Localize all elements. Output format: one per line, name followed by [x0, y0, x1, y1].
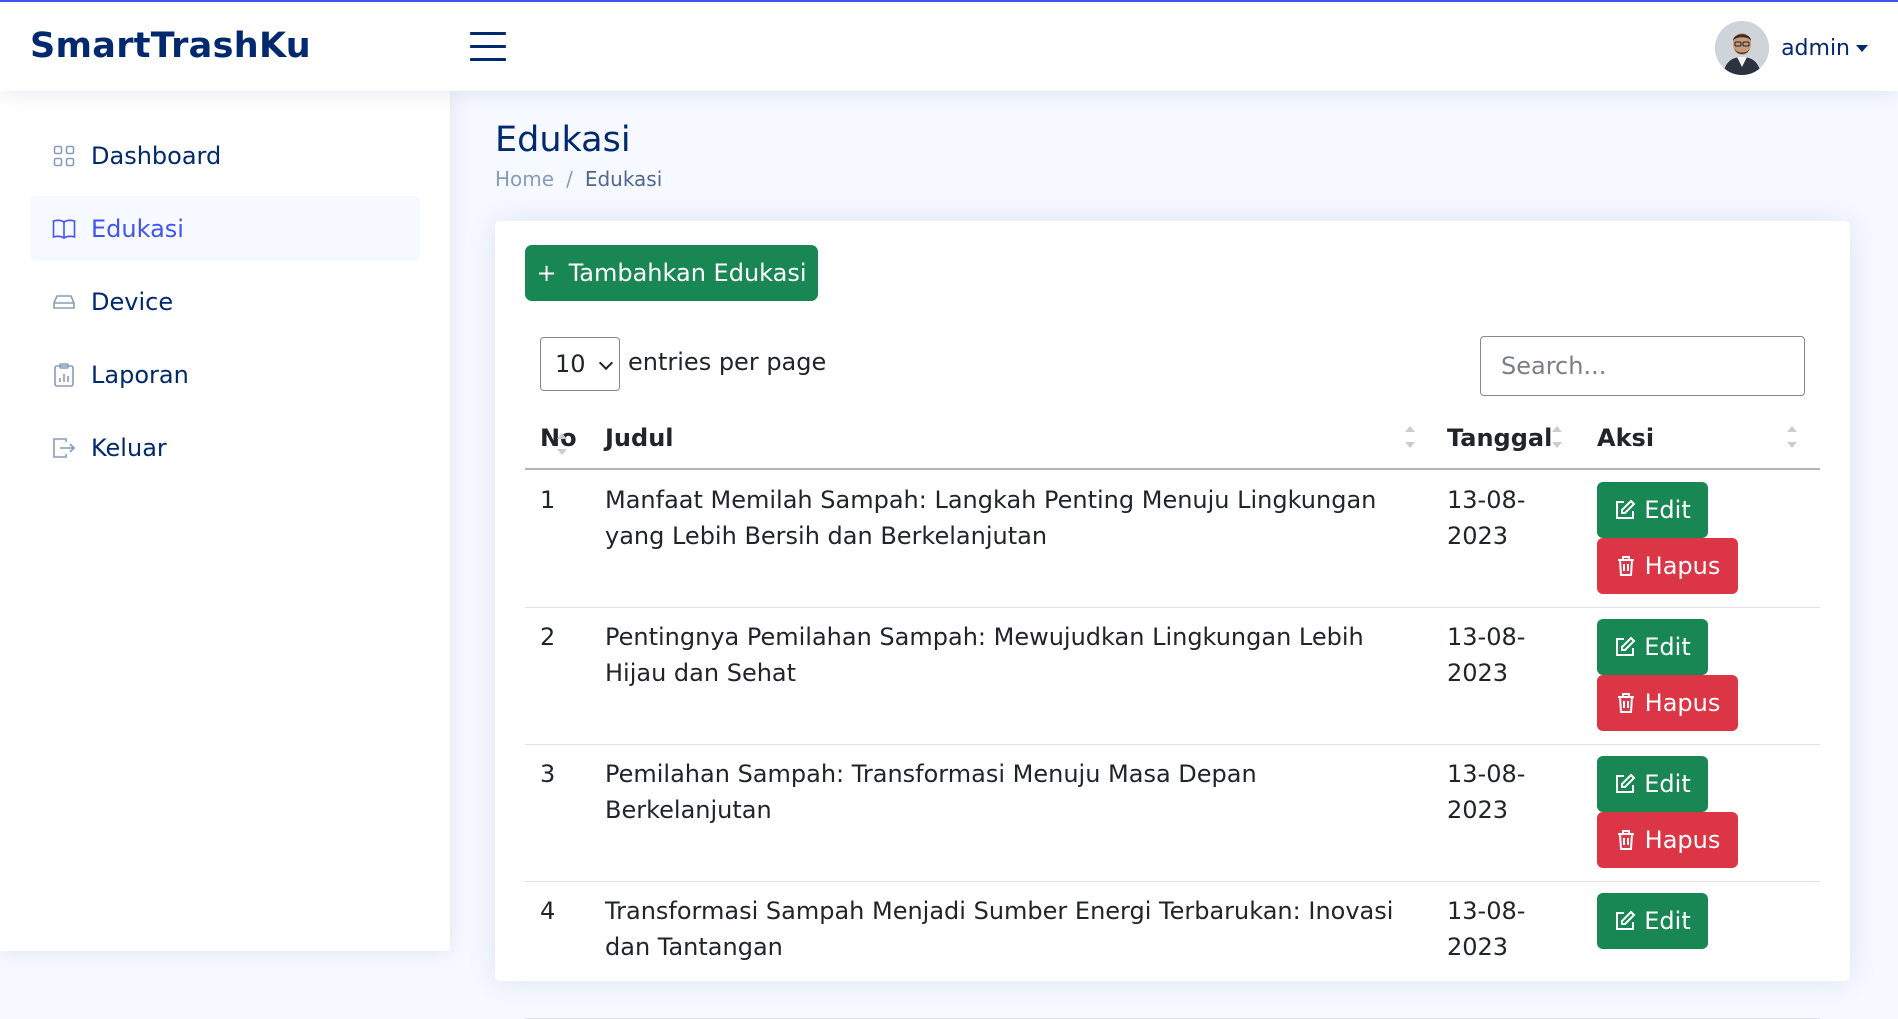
- search-input[interactable]: [1480, 336, 1805, 396]
- page-title: Edukasi: [495, 120, 631, 160]
- breadcrumb-current: Edukasi: [584, 167, 663, 191]
- sidebar-item-keluar[interactable]: Keluar: [30, 415, 420, 480]
- row-title: Manfaat Memilah Sampah: Langkah Penting …: [605, 486, 1377, 550]
- delete-label: Hapus: [1644, 826, 1721, 854]
- column-header-judul[interactable]: Judul: [605, 424, 674, 452]
- sidebar-toggle-icon[interactable]: [470, 32, 506, 62]
- sort-icon[interactable]: [1405, 424, 1415, 450]
- add-edukasi-label: Tambahkan Edukasi: [568, 259, 807, 287]
- profile-dropdown[interactable]: admin: [1715, 20, 1868, 76]
- sidebar: Dashboard Edukasi Device Laporan Keluar: [0, 91, 450, 951]
- sidebar-item-label: Keluar: [91, 433, 167, 462]
- app-logo[interactable]: SmartTrashKu: [30, 26, 311, 66]
- breadcrumb-separator: /: [566, 167, 573, 191]
- row-date: 13-08-2023: [1447, 760, 1526, 824]
- column-header-aksi[interactable]: Aksi: [1597, 424, 1654, 452]
- trash-icon: [1615, 829, 1637, 851]
- delete-label: Hapus: [1644, 552, 1721, 580]
- sidebar-item-label: Laporan: [91, 360, 189, 389]
- edit-button[interactable]: Edit: [1597, 893, 1708, 949]
- sort-icon[interactable]: [557, 431, 567, 457]
- table-row: 2 Pentingnya Pemilahan Sampah: Mewujudka…: [525, 607, 1820, 745]
- edit-button[interactable]: Edit: [1597, 482, 1708, 538]
- book-icon: [52, 217, 76, 241]
- row-date: 13-08-2023: [1447, 623, 1526, 687]
- sidebar-item-label: Dashboard: [91, 141, 222, 170]
- table-row: 1 Manfaat Memilah Sampah: Langkah Pentin…: [525, 470, 1820, 608]
- clipboard-chart-icon: [52, 362, 76, 387]
- row-number: 2: [540, 623, 556, 651]
- delete-button[interactable]: Hapus: [1597, 538, 1738, 594]
- edit-button[interactable]: Edit: [1597, 619, 1708, 675]
- edit-label: Edit: [1644, 907, 1691, 935]
- delete-button[interactable]: Hapus: [1597, 812, 1738, 868]
- content-card: + Tambahkan Edukasi 10 entries per page …: [495, 221, 1850, 1019]
- entries-per-page-label: entries per page: [628, 348, 827, 376]
- row-title: Pemilahan Sampah: Transformasi Menuju Ma…: [605, 760, 1257, 824]
- edit-label: Edit: [1644, 633, 1691, 661]
- edit-button[interactable]: Edit: [1597, 756, 1708, 812]
- row-date: 13-08-2023: [1447, 486, 1526, 550]
- breadcrumb-home[interactable]: Home: [495, 167, 554, 191]
- trash-icon: [1615, 555, 1637, 577]
- add-edukasi-button[interactable]: + Tambahkan Edukasi: [525, 245, 818, 301]
- pencil-square-icon: [1614, 910, 1636, 932]
- chevron-down-icon: [598, 355, 614, 371]
- top-header: SmartTrashKu admin: [0, 0, 1898, 91]
- plus-icon: +: [536, 259, 557, 287]
- pencil-square-icon: [1614, 499, 1636, 521]
- delete-button[interactable]: Hapus: [1597, 675, 1738, 731]
- row-number: 1: [540, 486, 556, 514]
- sidebar-item-edukasi[interactable]: Edukasi: [30, 196, 420, 261]
- row-title: Transformasi Sampah Menjadi Sumber Energ…: [605, 897, 1394, 961]
- logout-icon: [52, 436, 76, 460]
- hdd-icon: [52, 290, 76, 314]
- sidebar-item-label: Edukasi: [91, 214, 184, 243]
- trash-icon: [1615, 692, 1637, 714]
- sidebar-item-dashboard[interactable]: Dashboard: [30, 123, 420, 188]
- row-title: Pentingnya Pemilahan Sampah: Mewujudkan …: [605, 623, 1364, 687]
- chevron-down-icon: [1856, 44, 1868, 52]
- avatar: [1715, 21, 1770, 75]
- sidebar-item-device[interactable]: Device: [30, 269, 420, 334]
- pencil-square-icon: [1614, 636, 1636, 658]
- breadcrumb: Home / Edukasi: [495, 167, 662, 191]
- sort-icon[interactable]: [1787, 424, 1797, 450]
- entries-value: 10: [555, 350, 586, 378]
- sidebar-item-label: Device: [91, 287, 174, 316]
- edit-label: Edit: [1644, 770, 1691, 798]
- edit-label: Edit: [1644, 496, 1691, 524]
- row-number: 4: [540, 897, 556, 925]
- table-row: 3 Pemilahan Sampah: Transformasi Menuju …: [525, 744, 1820, 882]
- entries-per-page-select[interactable]: 10: [540, 337, 620, 391]
- sidebar-item-laporan[interactable]: Laporan: [30, 342, 420, 407]
- pencil-square-icon: [1614, 773, 1636, 795]
- grid-icon: [52, 144, 76, 168]
- column-header-tanggal[interactable]: Tanggal: [1447, 424, 1552, 452]
- row-date: 13-08-2023: [1447, 897, 1526, 961]
- table-row: 4 Transformasi Sampah Menjadi Sumber Ene…: [525, 881, 1820, 1019]
- profile-name: admin: [1781, 35, 1850, 61]
- delete-label: Hapus: [1644, 689, 1721, 717]
- row-number: 3: [540, 760, 556, 788]
- sort-icon[interactable]: [1552, 424, 1562, 450]
